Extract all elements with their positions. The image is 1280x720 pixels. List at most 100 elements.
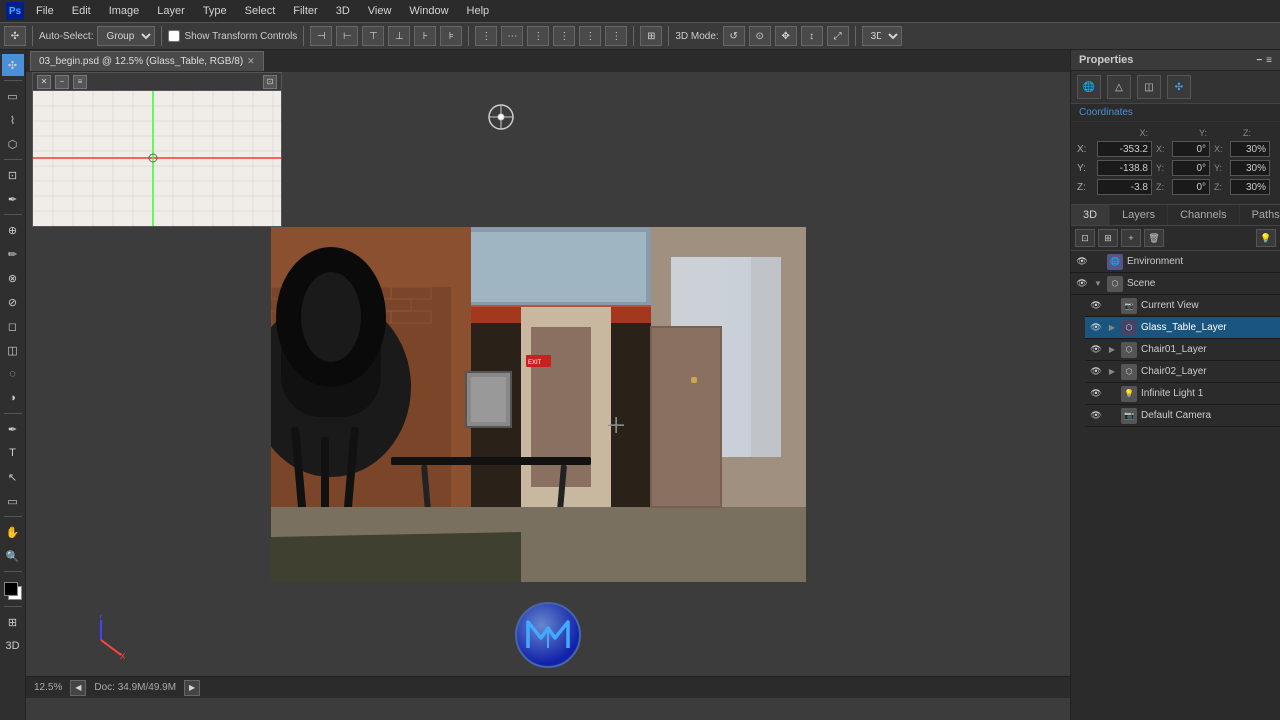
visibility-icon-scene[interactable]: 👁 xyxy=(1075,277,1089,291)
align-bottom-btn[interactable]: ⊧ xyxy=(440,26,462,46)
align-center-h-btn[interactable]: ⊢ xyxy=(336,26,358,46)
pen-tool[interactable]: ✒ xyxy=(2,418,24,440)
menu-select[interactable]: Select xyxy=(237,3,284,19)
delete-btn[interactable]: 🗑 xyxy=(1144,229,1164,247)
brush-tool[interactable]: ✏ xyxy=(2,243,24,265)
canvas-area[interactable]: 03_begin.psd @ 12.5% (Glass_Table, RGB/8… xyxy=(26,50,1070,720)
layer-item-glass-table[interactable]: 👁 ▶ ⬡ Glass_Table_Layer xyxy=(1085,317,1280,339)
dodge-tool[interactable]: ◑ xyxy=(2,387,24,409)
properties-collapse-btn[interactable]: − xyxy=(1256,55,1262,66)
light-btn[interactable]: 💡 xyxy=(1256,229,1276,247)
coord-icon-env[interactable]: 🌐 xyxy=(1077,75,1101,99)
visibility-icon-camera[interactable]: 👁 xyxy=(1089,409,1103,423)
3d-pan-btn[interactable]: ✥ xyxy=(775,26,797,46)
tab-paths[interactable]: Paths xyxy=(1240,205,1280,225)
menu-file[interactable]: File xyxy=(28,3,62,19)
menu-image[interactable]: Image xyxy=(101,3,148,19)
screen-mode-btn[interactable]: ⊞ xyxy=(2,611,24,633)
x-position-input[interactable] xyxy=(1097,141,1152,157)
properties-menu-btn[interactable]: ≡ xyxy=(1266,55,1272,66)
tab-close-btn[interactable]: ✕ xyxy=(247,56,255,67)
dist-middle-btn[interactable]: ⋮ xyxy=(579,26,601,46)
history-brush-tool[interactable]: ⊘ xyxy=(2,291,24,313)
z-position-input[interactable] xyxy=(1097,179,1152,195)
menu-window[interactable]: Window xyxy=(401,3,456,19)
dist-center-btn[interactable]: ⋯ xyxy=(501,26,523,46)
3d-mode-tool[interactable]: 3D xyxy=(2,635,24,657)
new-group-btn[interactable]: ⊞ xyxy=(1098,229,1118,247)
viewport[interactable]: ✕ − ≡ ⊡ xyxy=(26,72,1070,698)
align-top-btn[interactable]: ⊥ xyxy=(388,26,410,46)
filter-btn[interactable]: ⊡ xyxy=(1075,229,1095,247)
align-left-btn[interactable]: ⊣ xyxy=(310,26,332,46)
3d-rotate-btn[interactable]: ↺ xyxy=(723,26,745,46)
visibility-icon-glass[interactable]: 👁 xyxy=(1089,321,1103,335)
menu-help[interactable]: Help xyxy=(459,3,498,19)
grid-expand-btn[interactable]: ⊡ xyxy=(263,75,277,89)
layer-item-environment[interactable]: 👁 🌐 Environment xyxy=(1071,251,1280,273)
dist-top-btn[interactable]: ⋮ xyxy=(553,26,575,46)
zoom-tool[interactable]: 🔍 xyxy=(2,545,24,567)
grid-close-btn[interactable]: ✕ xyxy=(37,75,51,89)
marquee-tool[interactable]: ▭ xyxy=(2,85,24,107)
coordinates-tab[interactable]: Coordinates xyxy=(1071,104,1280,122)
tab-layers[interactable]: Layers xyxy=(1110,205,1168,225)
scene-view[interactable]: EXIT xyxy=(271,227,806,582)
coord-icon-coords[interactable]: ✣ xyxy=(1167,75,1191,99)
expand-chair01[interactable]: ▶ xyxy=(1107,343,1117,357)
menu-3d[interactable]: 3D xyxy=(328,3,358,19)
compass-icon[interactable] xyxy=(486,102,516,132)
menu-filter[interactable]: Filter xyxy=(285,3,325,19)
layer-item-infinite-light[interactable]: 👁 💡 Infinite Light 1 xyxy=(1085,383,1280,405)
healing-brush-tool[interactable]: ⊕ xyxy=(2,219,24,241)
eraser-tool[interactable]: ◻ xyxy=(2,315,24,337)
tab-channels[interactable]: Channels xyxy=(1168,205,1239,225)
quick-select-tool[interactable]: ⬡ xyxy=(2,133,24,155)
visibility-icon-chair01[interactable]: 👁 xyxy=(1089,343,1103,357)
shape-tool[interactable]: ▭ xyxy=(2,490,24,512)
lasso-tool[interactable]: ⌇ xyxy=(2,109,24,131)
dist-right-btn[interactable]: ⋮ xyxy=(527,26,549,46)
visibility-icon-env[interactable]: 👁 xyxy=(1075,255,1089,269)
prev-btn[interactable]: ◀ xyxy=(70,680,86,696)
3d-mode-dropdown[interactable]: 3D xyxy=(862,26,902,46)
show-transform-checkbox[interactable] xyxy=(168,30,180,42)
dist-left-btn[interactable]: ⋮ xyxy=(475,26,497,46)
menu-view[interactable]: View xyxy=(360,3,400,19)
expand-glass[interactable]: ▶ xyxy=(1107,321,1117,335)
layer-item-scene[interactable]: 👁 ▼ ⬡ Scene xyxy=(1071,273,1280,295)
3d-roll-btn[interactable]: ⊙ xyxy=(749,26,771,46)
blur-tool[interactable]: ◌ xyxy=(2,363,24,385)
align-center-v-btn[interactable]: ⊦ xyxy=(414,26,436,46)
x-scale-input[interactable] xyxy=(1230,141,1270,157)
expand-chair02[interactable]: ▶ xyxy=(1107,365,1117,379)
next-btn[interactable]: ▶ xyxy=(184,680,200,696)
visibility-icon-chair02[interactable]: 👁 xyxy=(1089,365,1103,379)
gradient-tool[interactable]: ◫ xyxy=(2,339,24,361)
auto-align-btn[interactable]: ⊞ xyxy=(640,26,662,46)
x-rotation-input[interactable] xyxy=(1172,141,1210,157)
menu-edit[interactable]: Edit xyxy=(64,3,99,19)
color-swatches[interactable] xyxy=(2,580,24,602)
eyedropper-tool[interactable]: ✒ xyxy=(2,188,24,210)
coord-icon-deform[interactable]: ◫ xyxy=(1137,75,1161,99)
layer-item-current-view[interactable]: 👁 📷 Current View xyxy=(1085,295,1280,317)
z-scale-input[interactable] xyxy=(1230,179,1270,195)
move-tool-btn[interactable]: ✣ xyxy=(4,26,26,46)
path-select-tool[interactable]: ↖ xyxy=(2,466,24,488)
document-tab[interactable]: 03_begin.psd @ 12.5% (Glass_Table, RGB/8… xyxy=(30,51,264,71)
new-layer-btn[interactable]: + xyxy=(1121,229,1141,247)
hand-tool[interactable]: ✋ xyxy=(2,521,24,543)
3d-slide-btn[interactable]: ↕ xyxy=(801,26,823,46)
visibility-icon-view[interactable]: 👁 xyxy=(1089,299,1103,313)
menu-layer[interactable]: Layer xyxy=(149,3,193,19)
layer-item-chair02[interactable]: 👁 ▶ ⬡ Chair02_Layer xyxy=(1085,361,1280,383)
align-right-btn[interactable]: ⊤ xyxy=(362,26,384,46)
menu-type[interactable]: Type xyxy=(195,3,235,19)
crop-tool[interactable]: ⊡ xyxy=(2,164,24,186)
expand-scene[interactable]: ▼ xyxy=(1093,277,1103,291)
auto-select-dropdown[interactable]: Group Layer xyxy=(97,26,155,46)
y-rotation-input[interactable] xyxy=(1172,160,1210,176)
dist-bottom-btn[interactable]: ⋮ xyxy=(605,26,627,46)
layer-item-default-camera[interactable]: 👁 📷 Default Camera xyxy=(1085,405,1280,427)
